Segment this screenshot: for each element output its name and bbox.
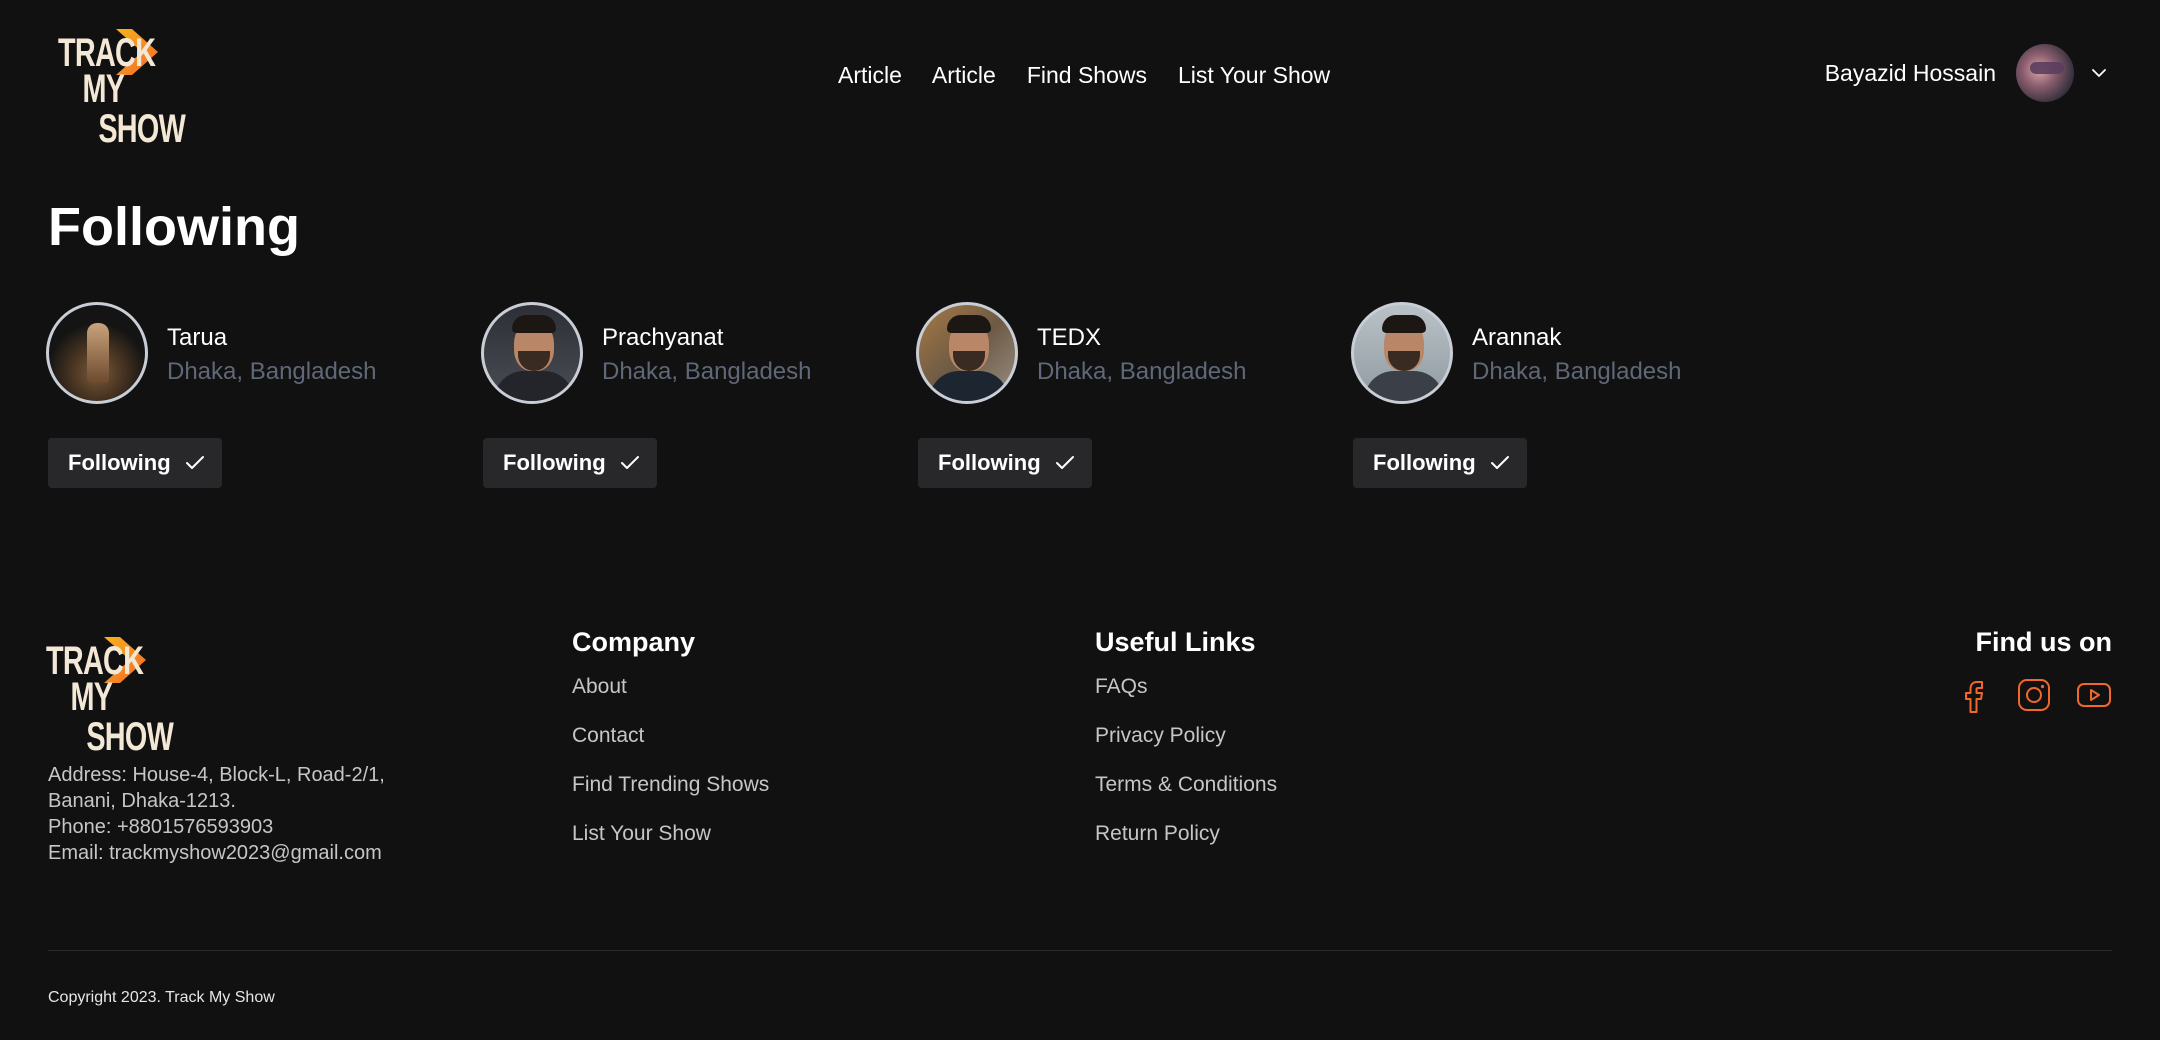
following-button[interactable]: Following [1353, 438, 1527, 488]
footer-link-terms[interactable]: Terms & Conditions [1095, 771, 1277, 799]
footer-logo[interactable]: TRACK MY SHOW [46, 637, 174, 759]
page: TRACK MY SHOW Article Article Find Shows … [0, 0, 2160, 1043]
instagram-icon[interactable] [2016, 677, 2052, 713]
nav-article-2[interactable]: Article [932, 60, 996, 90]
address-line-1: Address: House-4, Block-L, Road-2/1, [48, 764, 385, 786]
logo[interactable]: TRACK MY SHOW [58, 29, 186, 151]
contact-address: Address: House-4, Block-L, Road-2/1, Ban… [48, 762, 385, 866]
logo-wordmark: TRACK MY SHOW [46, 639, 174, 759]
following-button-label: Following [503, 450, 606, 475]
artist-name[interactable]: Tarua [167, 322, 227, 354]
avatar[interactable] [2016, 44, 2074, 102]
following-button-label: Following [938, 450, 1041, 475]
check-icon [620, 456, 639, 469]
artist-location: Dhaka, Bangladesh [167, 358, 377, 385]
chevron-down-icon[interactable] [2090, 64, 2108, 82]
nav-list-your-show[interactable]: List Your Show [1178, 60, 1330, 90]
social-icons [1956, 677, 2112, 713]
following-card: Tarua Dhaka, Bangladesh Following [46, 302, 446, 492]
footer-link-about[interactable]: About [572, 673, 769, 701]
footer-link-list-your-show[interactable]: List Your Show [572, 820, 769, 848]
check-icon [185, 456, 204, 469]
user-menu[interactable]: Bayazid Hossain [1825, 44, 2108, 102]
artist-name[interactable]: Arannak [1472, 322, 1561, 354]
avatar[interactable] [916, 302, 1018, 404]
user-name: Bayazid Hossain [1824, 60, 1996, 86]
following-button[interactable]: Following [483, 438, 657, 488]
footer-company-title: Company [572, 627, 696, 657]
artist-location: Dhaka, Bangladesh [1037, 358, 1247, 385]
footer-link-contact[interactable]: Contact [572, 722, 769, 750]
following-card: TEDX Dhaka, Bangladesh Following [916, 302, 1316, 492]
footer-link-find-trending-shows[interactable]: Find Trending Shows [572, 771, 769, 799]
nav-article[interactable]: Article [838, 60, 902, 90]
footer-link-privacy-policy[interactable]: Privacy Policy [1095, 722, 1277, 750]
email: Email: trackmyshow2023@gmail.com [48, 842, 382, 864]
avatar[interactable] [46, 302, 148, 404]
check-icon [1490, 456, 1509, 469]
footer-link-faqs[interactable]: FAQs [1095, 673, 1277, 701]
footer-useful-links: Useful Links FAQs Privacy Policy Terms &… [1095, 625, 1277, 869]
address-line-2: Banani, Dhaka-1213. [48, 790, 236, 812]
footer-company: Company About Contact Find Trending Show… [572, 625, 769, 869]
artist-location: Dhaka, Bangladesh [1472, 358, 1682, 385]
following-button[interactable]: Following [48, 438, 222, 488]
nav-find-shows[interactable]: Find Shows [1027, 60, 1147, 90]
page-title: Following [48, 197, 300, 257]
following-button[interactable]: Following [918, 438, 1092, 488]
footer-useful-links-title: Useful Links [1095, 627, 1256, 657]
footer-social: Find us on [1956, 625, 2112, 713]
following-card: Prachyanat Dhaka, Bangladesh Following [481, 302, 881, 492]
avatar[interactable] [481, 302, 583, 404]
check-icon [1055, 456, 1074, 469]
youtube-icon[interactable] [2076, 677, 2112, 713]
artist-name[interactable]: Prachyanat [602, 322, 723, 354]
following-button-label: Following [1373, 450, 1476, 475]
footer-divider [48, 950, 2112, 951]
logo-wordmark: TRACK MY SHOW [58, 31, 186, 151]
footer-link-return-policy[interactable]: Return Policy [1095, 820, 1277, 848]
following-card: Arannak Dhaka, Bangladesh Following [1351, 302, 1751, 492]
following-button-label: Following [68, 450, 171, 475]
artist-location: Dhaka, Bangladesh [602, 358, 812, 385]
phone: Phone: +8801576593903 [48, 816, 274, 838]
copyright: Copyright 2023. Track My Show [48, 989, 275, 1006]
main-nav: Article Article Find Shows List Your Sho… [838, 60, 1330, 90]
footer-social-title: Find us on [1975, 627, 2112, 657]
facebook-icon[interactable] [1956, 677, 1992, 713]
artist-name[interactable]: TEDX [1037, 322, 1101, 354]
avatar[interactable] [1351, 302, 1453, 404]
